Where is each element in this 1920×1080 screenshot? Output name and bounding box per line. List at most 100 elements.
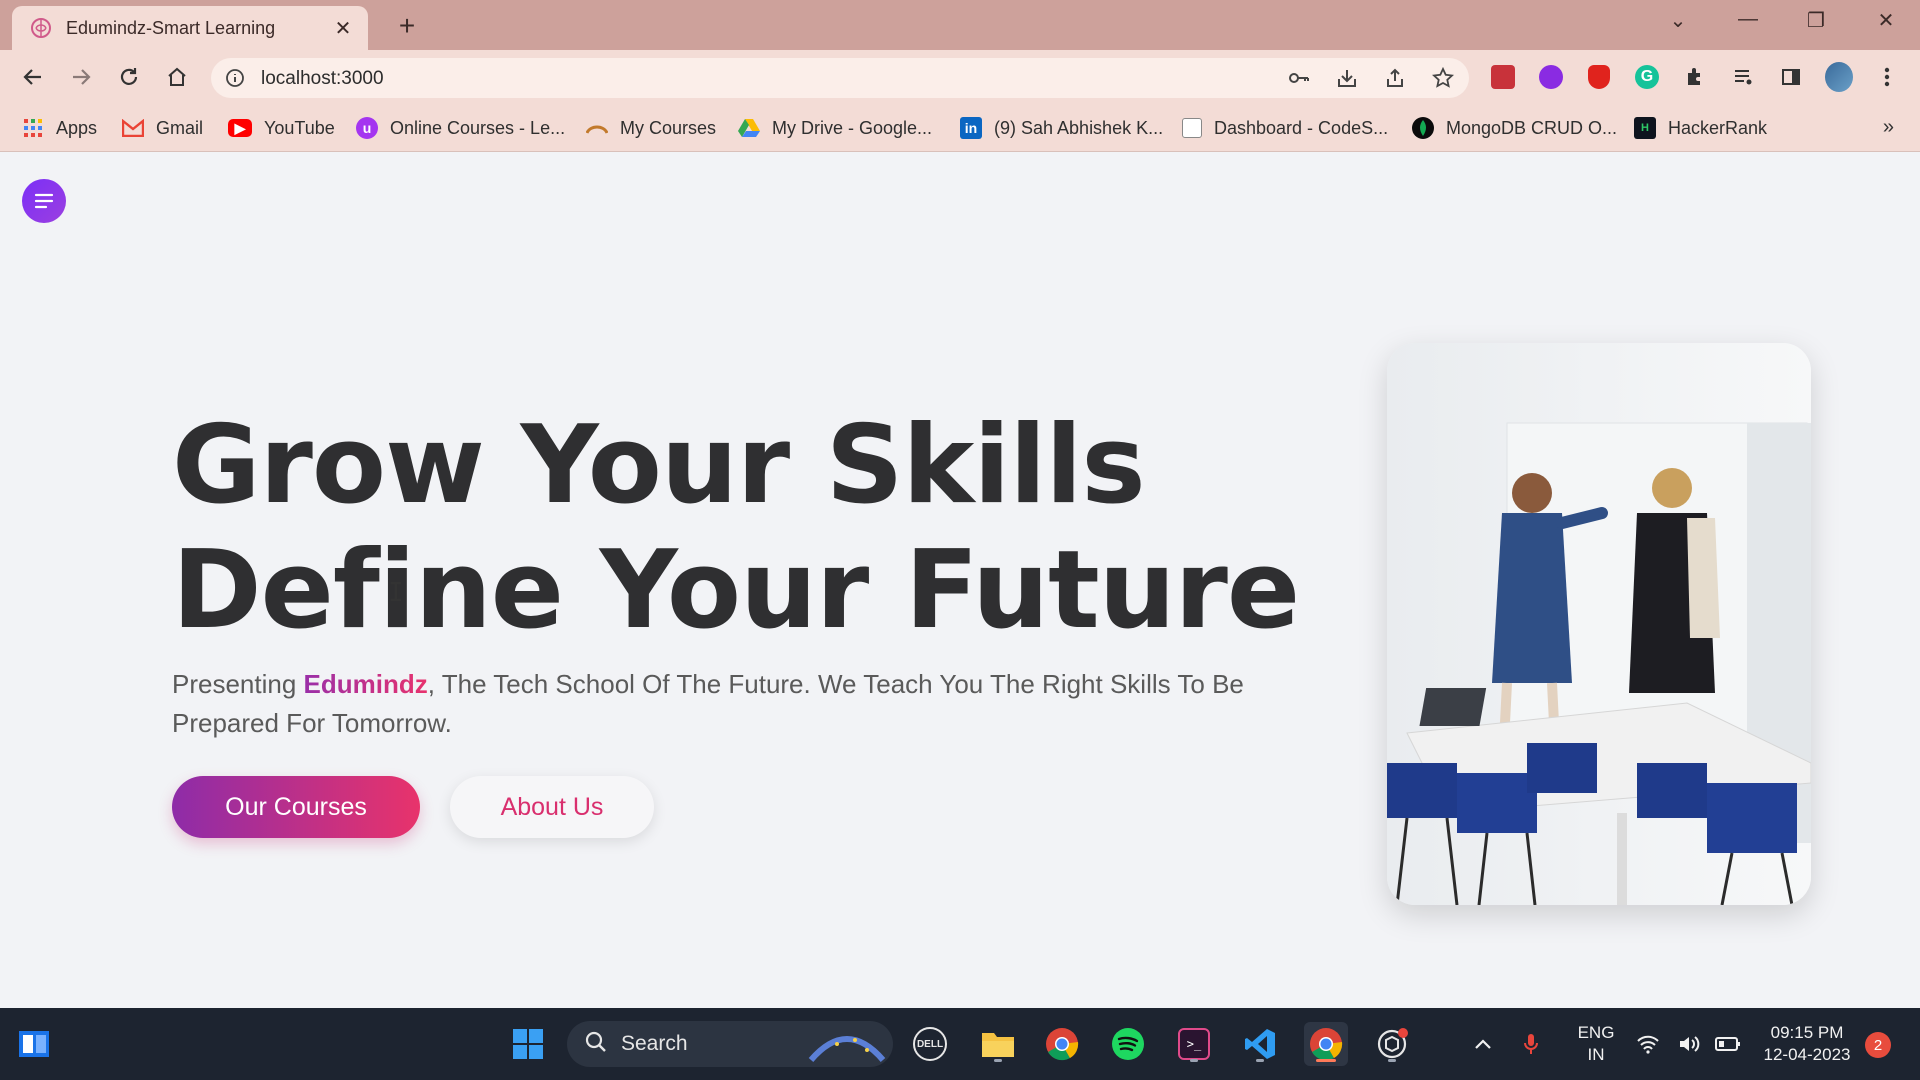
notification-badge[interactable]: 2 [1865,1032,1891,1058]
hamburger-menu-button[interactable] [22,179,66,223]
browser-tab-strip: Edumindz-Smart Learning ✕ + ⌄ — ❐ ✕ [0,0,1920,50]
spotify-icon[interactable] [1106,1022,1150,1066]
our-courses-button[interactable]: Our Courses [172,776,420,838]
page-icon [1182,118,1202,138]
extension-red-icon[interactable] [1489,63,1517,91]
bookmarks-bar: Apps Gmail ▶ YouTube u Online Courses - … [0,104,1920,152]
search-icon [585,1031,607,1058]
widgets-icon[interactable] [12,1022,56,1066]
back-arrow-icon[interactable] [16,60,50,94]
site-info-icon[interactable] [225,68,245,93]
text-cursor-icon: I [388,578,404,608]
region-code: IN [1587,1045,1605,1064]
bookmark-linkedin[interactable]: in (9) Sah Abhishek K... [960,116,1163,140]
hero-description: Presenting Edumindz, The Tech School Of … [172,665,1312,743]
bookmark-label: Apps [56,117,98,138]
udemy-icon: u [356,117,378,139]
brain-favicon-icon [30,17,52,39]
more-bookmarks-chevron-icon[interactable]: » [1883,116,1894,139]
minimize-window-icon[interactable]: — [1728,8,1768,31]
install-app-icon[interactable] [1335,66,1359,90]
bookmark-my-courses[interactable]: My Courses [586,116,716,140]
wifi-icon[interactable] [1632,1022,1664,1066]
search-label: Search [621,1032,688,1055]
courses-icon [586,117,608,139]
google-drive-icon [738,117,760,139]
microphone-icon[interactable] [1516,1022,1546,1066]
restore-window-icon[interactable]: ❐ [1796,8,1836,33]
page-content: Grow Your Skills Define Your Future I Pr… [0,153,1920,1008]
bookmark-hackerrank[interactable]: H HackerRank [1634,116,1767,140]
bookmark-label: HackerRank [1668,117,1768,138]
language-indicator[interactable]: ENG IN [1572,1022,1620,1066]
bookmark-label: YouTube [264,117,335,138]
chrome-menu-kebab-icon[interactable] [1873,63,1901,91]
chatgpt-app-icon[interactable] [1370,1022,1414,1066]
hero-title: Grow Your Skills Define Your Future [172,403,1300,653]
bookmark-label: Dashboard - CodeS... [1214,117,1389,138]
bookmark-youtube[interactable]: ▶ YouTube [228,116,335,140]
windows-taskbar: Search DELL >_ ENG IN 09:15 PM 12-04-202… [0,1008,1920,1080]
volume-icon[interactable] [1674,1022,1706,1066]
share-icon[interactable] [1383,66,1407,90]
tab-title: Edumindz-Smart Learning [66,17,276,38]
dell-app-icon[interactable]: DELL [908,1022,952,1066]
search-highlight-icon [807,1022,887,1067]
bookmark-label: My Drive - Google... [772,117,933,138]
bookmark-apps[interactable]: Apps [22,116,97,140]
file-explorer-icon[interactable] [976,1022,1020,1066]
grammarly-icon[interactable]: G [1633,63,1661,91]
hackerrank-icon: H [1634,117,1656,139]
about-us-button[interactable]: About Us [450,776,654,838]
extensions-puzzle-icon[interactable] [1681,63,1709,91]
battery-icon[interactable] [1712,1022,1744,1066]
hero-title-line1: Grow Your Skills [172,403,1146,528]
apps-grid-icon [22,117,44,139]
close-window-icon[interactable]: ✕ [1866,8,1906,33]
profile-avatar[interactable] [1825,62,1853,92]
browser-tab-active[interactable]: Edumindz-Smart Learning ✕ [12,6,368,50]
side-panel-icon[interactable] [1777,63,1805,91]
bookmark-online-courses[interactable]: u Online Courses - Le... [356,116,565,140]
chrome-icon[interactable] [1040,1022,1084,1066]
terminal-app-icon[interactable]: >_ [1172,1022,1216,1066]
hero-title-line2: Define Your Future [172,528,1300,653]
taskbar-search-box[interactable]: Search [567,1021,893,1067]
bookmark-label: MongoDB CRUD O... [1446,117,1618,138]
bookmark-gmail[interactable]: Gmail [122,116,203,140]
bookmark-google-drive[interactable]: My Drive - Google... [738,116,932,140]
clock-time: 09:15 PM [1770,1023,1844,1042]
vscode-icon[interactable] [1238,1022,1282,1066]
address-url: localhost:3000 [261,68,384,89]
bookmark-dashboard[interactable]: Dashboard - CodeS... [1182,116,1388,140]
hero-description-prefix: Presenting [172,669,304,699]
bookmark-star-icon[interactable] [1431,66,1455,90]
extension-shield-icon[interactable] [1585,63,1613,91]
bookmark-label: Online Courses - Le... [390,117,566,138]
bookmark-label: Gmail [156,117,204,138]
reload-icon[interactable] [112,60,146,94]
youtube-icon: ▶ [228,119,252,137]
language-code: ENG [1577,1023,1615,1042]
chrome-active-icon[interactable] [1304,1022,1348,1066]
linkedin-icon: in [960,117,982,139]
bookmark-label: (9) Sah Abhishek K... [994,117,1164,138]
clock[interactable]: 09:15 PM 12-04-2023 [1752,1022,1862,1066]
forward-arrow-icon[interactable] [64,60,98,94]
tab-search-chevron-icon[interactable]: ⌄ [1658,8,1698,33]
mongodb-icon [1412,117,1434,139]
clock-date: 12-04-2023 [1763,1045,1851,1064]
tray-overflow-chevron-icon[interactable] [1468,1022,1498,1066]
home-icon[interactable] [160,60,194,94]
brand-name: Edumindz [303,669,428,699]
bookmark-label: My Courses [620,117,717,138]
tab-close-icon[interactable]: ✕ [330,16,356,41]
media-queue-icon[interactable] [1729,63,1757,91]
address-bar[interactable]: localhost:3000 [211,58,1469,98]
windows-start-icon[interactable] [506,1022,550,1066]
browser-toolbar: localhost:3000 G [0,50,1920,104]
extension-purple-icon[interactable] [1537,63,1565,91]
bookmark-mongodb[interactable]: MongoDB CRUD O... [1412,116,1617,140]
password-key-icon[interactable] [1287,66,1311,90]
new-tab-plus-icon[interactable]: + [392,10,422,42]
